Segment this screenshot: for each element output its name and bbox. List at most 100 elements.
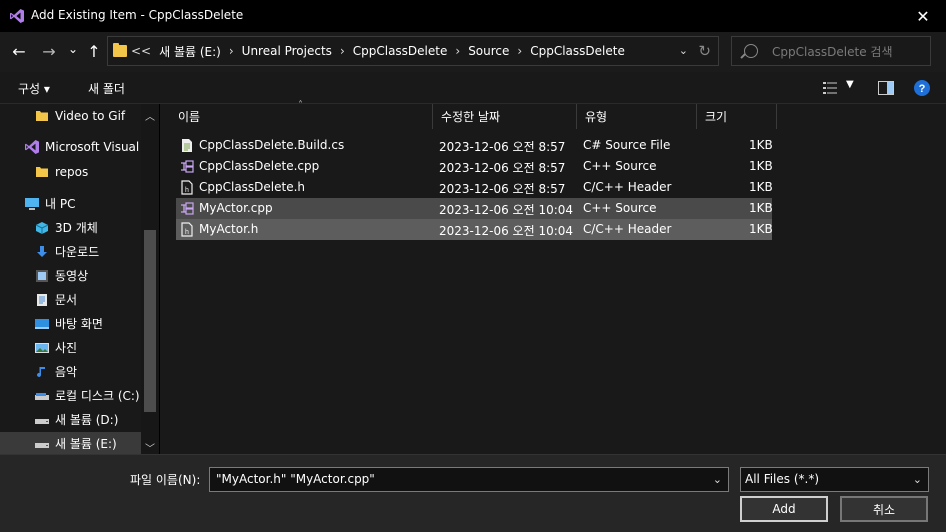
sidebar-item-label: 음악 [55, 365, 78, 379]
file-row-selected[interactable]: h MyActor.h 2023-12-06 오전 10:04 C/C++ He… [176, 219, 773, 240]
file-size: 1KB [749, 201, 773, 215]
file-type: C++ Source [583, 201, 657, 215]
file-date: 2023-12-06 오전 8:57 [439, 161, 566, 175]
refresh-icon[interactable]: ↻ [698, 42, 711, 60]
column-header-label: 유형 [585, 110, 608, 124]
organize-button[interactable]: 구성 ▾ [18, 80, 50, 97]
navigation-pane: Video to Gif Microsoft Visual S repos 내 … [0, 104, 159, 454]
forward-button[interactable]: → [38, 40, 60, 62]
recent-locations-button[interactable]: ⌄ [62, 38, 84, 60]
scroll-up-icon[interactable]: ︿ [145, 108, 155, 123]
sidebar-item-documents[interactable]: 문서 [0, 288, 141, 311]
sidebar-item-label: repos [55, 164, 89, 179]
column-header-size[interactable]: 크기 [697, 104, 777, 129]
drive-icon [34, 436, 50, 452]
breadcrumb-cppclassdelete[interactable]: CppClassDelete [349, 44, 452, 58]
file-type-select[interactable]: All Files (*.*) ⌄ [740, 467, 929, 492]
sidebar-item-local-disk-c[interactable]: 로컬 디스크 (C:) [0, 384, 141, 407]
sidebar-item-label: 동영상 [55, 269, 89, 283]
file-type: C/C++ Header [583, 180, 672, 194]
desktop-icon [34, 316, 50, 332]
close-button[interactable]: ✕ [900, 0, 946, 32]
up-button[interactable]: ↑ [83, 40, 105, 62]
chevron-down-icon: ⌄ [67, 42, 79, 56]
sidebar-item-videos[interactable]: 동영상 [0, 264, 141, 287]
file-row[interactable]: CppClassDelete.Build.cs 2023-12-06 오전 8:… [176, 135, 773, 156]
sidebar-item-desktop[interactable]: 바탕 화면 [0, 312, 141, 335]
view-options-icon[interactable] [823, 81, 839, 95]
file-name: MyActor.h [199, 222, 259, 236]
breadcrumb-current-folder[interactable]: CppClassDelete [526, 44, 629, 58]
filename-input[interactable]: "MyActor.h" "MyActor.cpp" ⌄ [209, 467, 729, 492]
title-bar: Add Existing Item - CppClassDelete ✕ [0, 0, 946, 32]
scroll-down-icon[interactable]: ﹀ [145, 440, 155, 455]
column-header-type[interactable]: 유형 [577, 104, 697, 129]
sidebar-item-music[interactable]: 음악 [0, 360, 141, 383]
address-bar[interactable]: << 새 볼륨 (E:) › Unreal Projects › CppClas… [107, 36, 719, 66]
sidebar-item-pictures[interactable]: 사진 [0, 336, 141, 359]
add-button[interactable]: Add [740, 496, 828, 522]
address-dropdown-icon[interactable]: ⌄ [679, 44, 688, 57]
download-icon [34, 244, 50, 260]
new-folder-button[interactable]: 새 폴더 [88, 80, 125, 97]
add-button-label: Add [772, 502, 796, 516]
help-icon[interactable]: ? [914, 80, 930, 96]
back-arrow-icon: ← [12, 41, 26, 61]
sidebar-item-volume-d[interactable]: 새 볼륨 (D:) [0, 408, 141, 431]
column-header-date[interactable]: 수정한 날짜 [433, 104, 577, 129]
filename-value: "MyActor.h" "MyActor.cpp" [216, 472, 375, 486]
back-button[interactable]: ← [8, 40, 30, 62]
h-file-icon: h [181, 180, 193, 195]
sidebar-item-this-pc[interactable]: 내 PC [0, 192, 141, 215]
sidebar-item-3d-objects[interactable]: 3D 개체 [0, 216, 141, 239]
column-header-label: 이름 [178, 110, 201, 124]
sidebar-item-label: Microsoft Visual S [45, 139, 141, 154]
sidebar-scrollbar[interactable]: ︿ ﹀ [141, 104, 159, 455]
navigation-bar: ← → ⌄ ↑ << 새 볼륨 (E:) › Unreal Projects ›… [0, 32, 946, 72]
sidebar-item-repos[interactable]: repos [0, 160, 141, 183]
document-icon [34, 292, 50, 308]
sidebar-item-downloads[interactable]: 다운로드 [0, 240, 141, 263]
forward-arrow-icon: → [42, 41, 56, 61]
breadcrumb-unreal-projects[interactable]: Unreal Projects [238, 44, 336, 58]
scrollbar-thumb[interactable] [144, 230, 156, 412]
breadcrumb-drive-e[interactable]: 새 볼륨 (E:) [155, 43, 225, 60]
breadcrumb-separator-icon: › [228, 44, 234, 58]
file-name: CppClassDelete.h [199, 180, 306, 194]
music-icon [34, 364, 50, 380]
file-name: CppClassDelete.cpp [199, 159, 320, 173]
cube-icon [34, 220, 50, 236]
breadcrumb-separator-icon: › [339, 44, 345, 58]
view-dropdown-icon[interactable]: ▼ [846, 79, 854, 90]
column-header-name[interactable]: 이름 ˄ [170, 100, 433, 129]
sidebar-item-label: 내 PC [45, 197, 76, 211]
breadcrumb-source[interactable]: Source [464, 44, 513, 58]
sort-ascending-icon: ˄ [298, 100, 303, 111]
h-file-icon: h [181, 222, 193, 237]
sidebar-item-volume-e[interactable]: 새 볼륨 (E:) [0, 432, 141, 454]
svg-text:?: ? [919, 83, 926, 95]
file-size: 1KB [749, 180, 773, 194]
close-icon: ✕ [916, 6, 930, 26]
preview-pane-icon[interactable] [878, 81, 894, 95]
breadcrumb-separator-icon: › [517, 44, 523, 58]
folder-icon [113, 43, 127, 57]
search-box[interactable]: CppClassDelete 검색 [731, 36, 931, 66]
cpp-file-icon [181, 160, 194, 173]
sidebar-item-microsoft-visual-studio[interactable]: Microsoft Visual S [0, 135, 141, 158]
cs-file-icon [182, 139, 192, 152]
chevron-down-icon: ⌄ [912, 473, 922, 486]
chevron-down-icon[interactable]: ⌄ [713, 473, 722, 486]
file-type: C++ Source [583, 159, 657, 173]
cancel-button[interactable]: 취소 [840, 496, 928, 522]
picture-icon [34, 340, 50, 356]
sidebar-item-video-to-gif[interactable]: Video to Gif [0, 104, 141, 127]
file-row[interactable]: CppClassDelete.cpp 2023-12-06 오전 8:57 C+… [176, 156, 773, 177]
filename-label: 파일 이름(N): [130, 473, 201, 487]
file-size: 1KB [749, 222, 773, 236]
file-date: 2023-12-06 오전 8:57 [439, 182, 566, 196]
file-row-selected[interactable]: MyActor.cpp 2023-12-06 오전 10:04 C++ Sour… [176, 198, 773, 219]
search-input[interactable]: CppClassDelete 검색 [772, 43, 893, 60]
breadcrumb-overflow[interactable]: << [131, 44, 155, 58]
file-row[interactable]: h CppClassDelete.h 2023-12-06 오전 8:57 C/… [176, 177, 773, 198]
